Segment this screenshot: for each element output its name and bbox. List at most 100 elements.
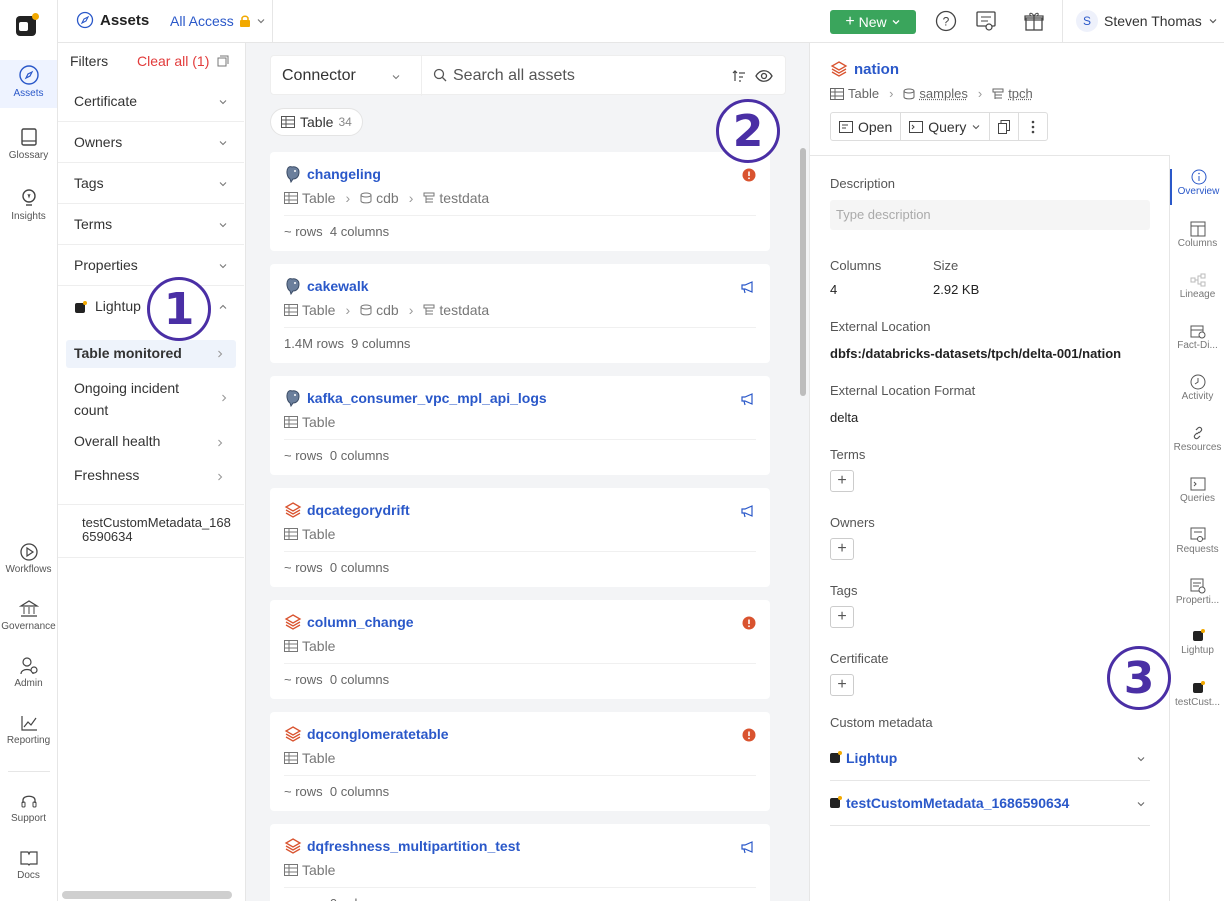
card-status[interactable] [740,392,756,406]
add-tag-button[interactable]: + [830,606,854,628]
card-db[interactable]: cdb [376,190,399,206]
card-title[interactable]: dqcategorydrift [307,502,410,518]
nav-admin[interactable]: Admin [0,656,57,689]
alert-icon[interactable] [742,616,756,630]
custom-metadata-test[interactable]: testCustomMetadata_1686590634 [830,781,1150,826]
alert-icon[interactable] [742,728,756,742]
filter-table-monitored[interactable]: Table monitored [66,340,236,368]
tab-lightup[interactable]: Lightup [1170,629,1224,656]
page-title: Assets [76,11,149,29]
filter-overall-health[interactable]: Overall health [66,433,236,455]
detail-title[interactable]: nation [830,60,899,78]
card-status[interactable] [742,728,756,742]
vertical-scrollbar[interactable] [800,148,806,396]
breadcrumb-db[interactable]: samples [919,86,967,101]
nav-support[interactable]: Support [0,791,57,824]
nav-glossary[interactable]: Glossary [0,126,57,161]
filter-divider [58,557,244,558]
filter-custom-metadata[interactable]: testCustomMetadata_1686590634 [82,516,232,544]
nav-assets[interactable]: Assets [0,60,57,108]
alert-icon[interactable] [742,168,756,182]
chevron-down-icon [219,141,227,146]
card-status[interactable] [742,616,756,630]
filter-ongoing-incident-count[interactable]: Ongoing incident count [66,377,216,421]
announcement-icon[interactable] [740,392,756,406]
query-button[interactable]: Query [901,113,991,140]
asset-card[interactable]: column_change Table ~ rows 0 columns [270,600,770,699]
card-db[interactable]: cdb [376,302,399,318]
card-schema[interactable]: testdata [439,302,489,318]
asset-card[interactable]: kafka_consumer_vpc_mpl_api_logs Table ~ ro… [270,376,770,475]
tab-resources[interactable]: Resources [1170,425,1224,453]
tab-fact-di[interactable]: Fact-Di... [1170,323,1224,351]
more-button[interactable] [1019,113,1047,140]
copy-button[interactable] [990,113,1020,140]
card-status[interactable] [740,280,756,294]
access-selector[interactable]: All Access [170,13,266,29]
add-owner-button[interactable]: + [830,538,854,560]
announcement-icon[interactable] [740,280,756,294]
asset-card[interactable]: changeling Table › cdb › testdata ~ rows 4 col… [270,152,770,251]
compass-icon [18,65,39,85]
card-status[interactable] [740,504,756,518]
card-title[interactable]: dqconglomeratetable [307,726,449,742]
card-title[interactable]: kafka_consumer_vpc_mpl_api_logs [307,390,547,406]
nav-docs[interactable]: Docs [0,848,57,881]
filter-certificate[interactable]: Certificate [58,81,244,122]
asset-card[interactable]: dqcategorydrift Table ~ rows 0 columns [270,488,770,587]
card-schema[interactable]: testdata [439,190,489,206]
sort-icon[interactable] [732,69,746,83]
announcement-icon[interactable] [740,840,756,854]
announcement-icon[interactable] [740,504,756,518]
filter-properties[interactable]: Properties [58,245,244,286]
nav-reporting[interactable]: Reporting [0,713,57,746]
card-title[interactable]: cakewalk [307,278,369,294]
tab-queries[interactable]: Queries [1170,476,1224,504]
tab-overview[interactable]: Overview [1170,169,1224,205]
custom-metadata-lightup[interactable]: Lightup [830,736,1150,781]
add-certificate-button[interactable]: + [830,674,854,696]
card-status[interactable] [742,168,756,182]
tab-requests[interactable]: Requests [1170,527,1224,555]
breadcrumb-schema[interactable]: tpch [1008,86,1033,101]
app-logo[interactable] [16,13,39,36]
nav-governance[interactable]: Governance [0,599,57,632]
search-input[interactable]: Search all assets [453,67,575,85]
gift-icon[interactable] [1023,10,1045,32]
open-button[interactable]: Open [831,113,902,140]
tab-properties[interactable]: Properti... [1170,578,1224,606]
clear-all-button[interactable]: Clear all (1) [137,53,229,69]
table-filter-chip[interactable]: Table 34 [270,108,363,136]
tab-lineage[interactable]: Lineage [1170,272,1224,300]
filter-owners[interactable]: Owners [58,122,244,163]
tab-columns[interactable]: Columns [1170,221,1224,249]
tab-activity[interactable]: Activity [1170,374,1224,402]
connector-dropdown[interactable]: Connector [282,67,356,85]
filter-terms[interactable]: Terms [58,204,244,245]
description-input[interactable]: Type description [830,200,1150,230]
new-button[interactable]: + New [830,10,916,34]
user-menu[interactable]: S Steven Thomas [1076,10,1218,32]
tab-testcust[interactable]: testCust... [1170,681,1224,708]
card-title[interactable]: column_change [307,614,414,630]
nav-workflows[interactable]: Workflows [0,542,57,575]
card-status[interactable] [740,840,756,854]
add-term-button[interactable]: + [830,470,854,492]
filter-freshness[interactable]: Freshness [66,467,236,489]
card-title[interactable]: dqfreshness_multipartition_test [307,838,520,854]
databricks-icon [284,838,302,854]
card-breadcrumb: Table [284,414,335,430]
terminal-icon [1190,477,1205,491]
asset-card[interactable]: cakewalk Table › cdb › testdata 1.4M rows 9 co… [270,264,770,363]
collapse-icon[interactable] [217,55,229,67]
filter-tags[interactable]: Tags [58,163,244,204]
nav-insights[interactable]: Insights [0,187,57,222]
asset-card[interactable]: dqfreshness_multipartition_test Table ~ ro… [270,824,770,901]
asset-card[interactable]: dqconglomeratetable Table ~ rows 0 columns [270,712,770,811]
requests-icon[interactable] [975,10,997,32]
chevron-down-icon[interactable] [391,72,401,82]
card-title[interactable]: changeling [307,166,381,182]
help-icon[interactable]: ? [935,10,957,32]
horizontal-scrollbar[interactable] [62,891,232,899]
eye-icon[interactable] [755,69,773,83]
